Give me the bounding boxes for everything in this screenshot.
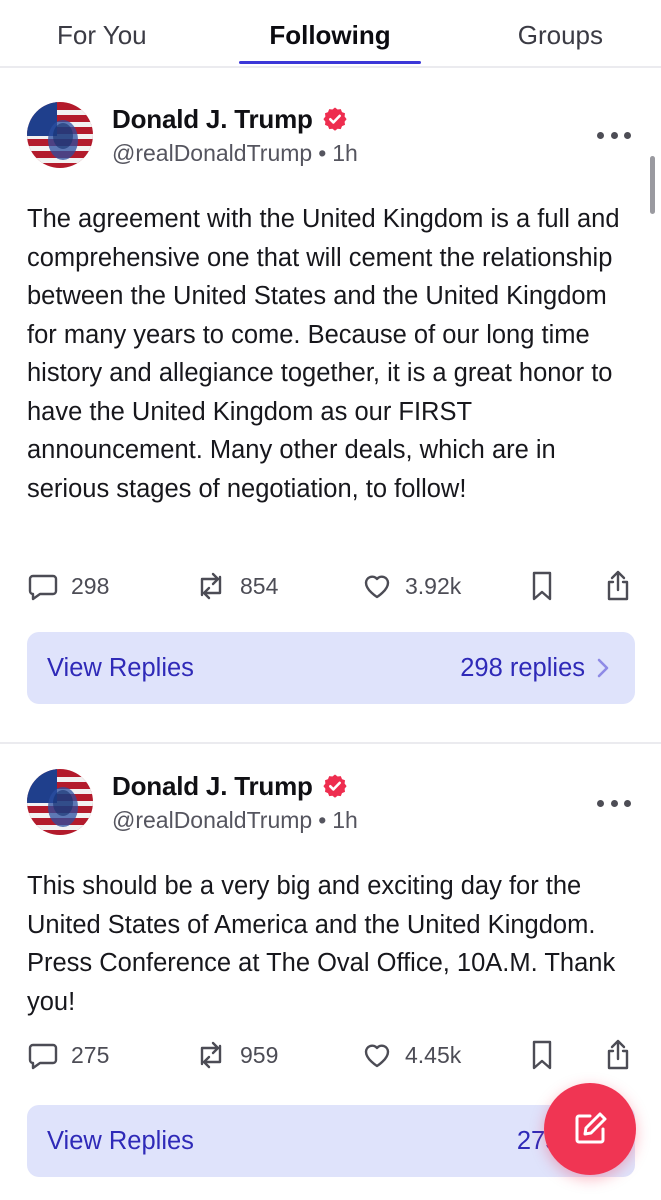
reply-count: 275 bbox=[71, 1041, 110, 1068]
retruth-count: 854 bbox=[240, 572, 279, 599]
more-horizontal-icon[interactable] bbox=[597, 128, 631, 142]
post-text: The agreement with the United Kingdom is… bbox=[27, 205, 620, 503]
view-replies-label[interactable]: View Replies bbox=[47, 654, 194, 683]
post-actions: 275 959 4.45k bbox=[27, 1035, 637, 1075]
comment-bubble-icon bbox=[28, 1043, 58, 1070]
compose-icon bbox=[575, 1112, 607, 1144]
post-header: Donald J. Trump @realDonaldTrump • 1h bbox=[27, 102, 358, 168]
verified-badge-icon bbox=[323, 107, 347, 131]
view-replies-label[interactable]: View Replies bbox=[47, 1127, 194, 1156]
share-button[interactable] bbox=[603, 566, 645, 606]
repost-icon bbox=[200, 1041, 222, 1069]
tab-groups[interactable]: Groups bbox=[421, 0, 661, 66]
share-icon bbox=[607, 1039, 629, 1070]
retruth-button[interactable]: 854 bbox=[194, 566, 278, 606]
separator: • bbox=[318, 806, 327, 833]
feed: Donald J. Trump @realDonaldTrump • 1h The … bbox=[0, 78, 661, 1200]
compose-button[interactable] bbox=[544, 1083, 636, 1175]
like-button[interactable]: 4.45k bbox=[361, 1035, 461, 1075]
separator: • bbox=[318, 139, 327, 166]
reply-button[interactable]: 298 bbox=[27, 566, 109, 606]
feed-tabs: For You Following Groups bbox=[0, 0, 661, 68]
post-text: This should be a very big and exciting d… bbox=[27, 872, 616, 1016]
repost-icon bbox=[200, 572, 222, 600]
bookmark-icon bbox=[532, 1040, 552, 1070]
reply-count: 298 bbox=[71, 572, 110, 599]
avatar[interactable] bbox=[27, 769, 93, 835]
post-time: 1h bbox=[332, 139, 358, 166]
post: Donald J. Trump @realDonaldTrump • 1h The … bbox=[0, 78, 661, 742]
comment-bubble-icon bbox=[28, 574, 58, 601]
retruth-count: 959 bbox=[240, 1041, 279, 1068]
view-replies-bar[interactable]: View Replies 275 repl bbox=[27, 1105, 635, 1177]
share-button[interactable] bbox=[603, 1035, 645, 1075]
post-time: 1h bbox=[332, 806, 358, 833]
bookmark-button[interactable] bbox=[529, 1035, 567, 1075]
verified-badge-icon bbox=[323, 774, 347, 798]
reply-button[interactable]: 275 bbox=[27, 1035, 109, 1075]
chevron-right-icon bbox=[597, 658, 609, 678]
heart-icon bbox=[364, 1044, 390, 1068]
share-icon bbox=[607, 570, 629, 601]
bookmark-icon bbox=[532, 571, 552, 601]
author-name[interactable]: Donald J. Trump bbox=[112, 771, 313, 802]
post-header: Donald J. Trump @realDonaldTrump • 1h bbox=[27, 769, 358, 835]
author-handle[interactable]: @realDonaldTrump bbox=[112, 807, 312, 833]
more-horizontal-icon[interactable] bbox=[597, 796, 631, 810]
like-button[interactable]: 3.92k bbox=[361, 566, 461, 606]
post-actions: 298 854 3.92k bbox=[27, 566, 637, 606]
view-replies-bar[interactable]: View Replies 298 replies bbox=[27, 632, 635, 704]
like-count: 3.92k bbox=[405, 572, 462, 599]
author-name[interactable]: Donald J. Trump bbox=[112, 104, 313, 135]
replies-summary: 298 replies bbox=[460, 653, 585, 682]
retruth-button[interactable]: 959 bbox=[194, 1035, 278, 1075]
author-handle[interactable]: @realDonaldTrump bbox=[112, 140, 312, 166]
bookmark-button[interactable] bbox=[529, 566, 567, 606]
avatar[interactable] bbox=[27, 102, 93, 168]
tab-following[interactable]: Following bbox=[239, 0, 421, 66]
heart-icon bbox=[364, 575, 390, 599]
tab-for-you[interactable]: For You bbox=[0, 0, 239, 66]
like-count: 4.45k bbox=[405, 1041, 462, 1068]
